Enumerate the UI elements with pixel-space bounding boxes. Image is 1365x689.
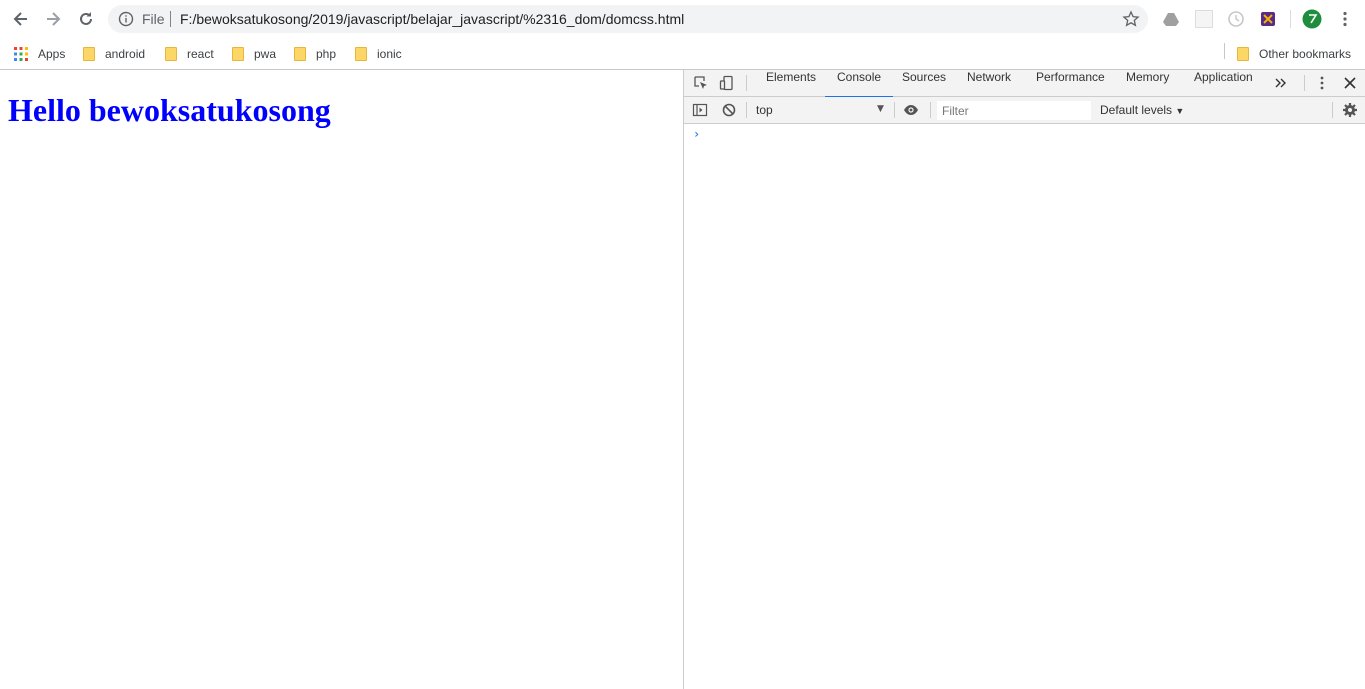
colorful-extension-icon[interactable] — [1259, 10, 1277, 28]
forward-button[interactable] — [42, 8, 64, 30]
bookmark-other[interactable]: Other bookmarks — [1237, 43, 1351, 65]
browser-menu-icon[interactable] — [1336, 10, 1354, 28]
back-arrow-icon — [13, 12, 27, 26]
more-tabs-icon[interactable] — [1272, 75, 1288, 91]
reload-button[interactable] — [75, 8, 97, 30]
console-settings-gear-icon[interactable] — [1342, 102, 1358, 118]
omnibox[interactable]: File F:/bewoksatukosong/2019/javascript/… — [108, 5, 1148, 33]
clear-console-icon[interactable] — [721, 102, 737, 118]
folder-icon — [232, 47, 244, 61]
page-heading: Hello bewoksatukosong — [8, 92, 331, 128]
bookmark-star-icon[interactable] — [1122, 10, 1140, 28]
console-output[interactable]: › — [684, 125, 1365, 689]
bookmark-android[interactable]: android — [83, 43, 145, 65]
bookmark-label: Other bookmarks — [1259, 47, 1352, 61]
tab-memory[interactable]: Memory — [1124, 70, 1171, 97]
toolbar-separator — [1290, 10, 1291, 28]
live-expression-eye-icon[interactable] — [903, 102, 919, 118]
bookmark-label: Apps — [38, 47, 66, 61]
levels-dropdown-icon: ▼ — [1175, 106, 1185, 116]
apps-grid-icon — [14, 47, 28, 61]
devtools-separator — [894, 102, 895, 118]
folder-icon — [294, 47, 306, 61]
drive-extension-icon[interactable] — [1162, 10, 1180, 28]
folder-icon — [165, 47, 177, 61]
folder-icon — [355, 47, 367, 61]
profile-avatar-icon[interactable] — [1302, 9, 1322, 29]
bookmark-label: android — [105, 47, 146, 61]
console-filter-input[interactable] — [937, 101, 1091, 120]
browser-toolbar: File F:/bewoksatukosong/2019/javascript/… — [0, 0, 1365, 38]
url-text[interactable]: F:/bewoksatukosong/2019/javascript/belaj… — [180, 11, 684, 27]
devtools-separator — [746, 102, 747, 118]
tab-console[interactable]: Console — [824, 70, 894, 98]
devtools-separator — [746, 75, 747, 91]
tab-network[interactable]: Network — [965, 70, 1013, 97]
bookmark-label: ionic — [377, 47, 402, 61]
devtools-separator — [1304, 75, 1305, 91]
context-dropdown-icon[interactable]: ▼ — [877, 104, 884, 114]
tab-application[interactable]: Application — [1192, 70, 1255, 97]
log-levels-label: Default levels — [1100, 103, 1173, 117]
close-devtools-icon[interactable] — [1342, 75, 1358, 91]
device-toolbar-icon[interactable] — [719, 75, 735, 91]
console-prompt[interactable]: › — [693, 127, 700, 141]
devtools-separator — [930, 102, 931, 118]
devtools-tabbar: Elements Console Sources Network Perform… — [684, 70, 1365, 98]
back-button[interactable] — [10, 8, 32, 30]
extension-placeholder-icon[interactable] — [1195, 10, 1213, 28]
bookmark-ionic[interactable]: ionic — [355, 43, 402, 65]
bookmark-apps[interactable]: Apps — [14, 43, 65, 65]
bookmark-label: pwa — [254, 47, 277, 61]
bookmark-pwa[interactable]: pwa — [232, 43, 276, 65]
omnibox-separator — [170, 11, 171, 27]
bookmarks-separator — [1224, 43, 1225, 59]
devtools-panel: Elements Console Sources Network Perform… — [683, 70, 1365, 689]
tab-sources[interactable]: Sources — [900, 70, 948, 97]
devtools-menu-icon[interactable] — [1314, 75, 1330, 91]
bookmark-react[interactable]: react — [165, 43, 214, 65]
bookmarks-bar: Apps android react pwa php ionic Other b… — [0, 38, 1365, 70]
log-levels-dropdown[interactable]: Default levels ▼ — [1100, 103, 1184, 117]
bookmark-php[interactable]: php — [294, 43, 336, 65]
forward-arrow-icon — [47, 12, 61, 26]
console-toolbar: top ▼ Default levels ▼ — [684, 97, 1365, 124]
tab-elements[interactable]: Elements — [764, 70, 818, 97]
scheme-label: File — [142, 11, 165, 27]
inspect-element-icon[interactable] — [693, 75, 709, 91]
folder-icon — [83, 47, 95, 61]
context-selector[interactable]: top — [756, 103, 773, 117]
bookmark-label: php — [316, 47, 337, 61]
console-sidebar-icon[interactable] — [692, 102, 708, 118]
folder-icon — [1237, 47, 1249, 61]
devtools-separator — [1332, 102, 1333, 118]
reload-icon — [80, 12, 92, 25]
info-icon[interactable] — [118, 11, 134, 27]
bookmark-label: react — [187, 47, 214, 61]
timer-extension-icon[interactable] — [1227, 10, 1245, 28]
page-viewport: Hello bewoksatukosong — [0, 70, 683, 689]
tab-performance[interactable]: Performance — [1034, 70, 1107, 97]
